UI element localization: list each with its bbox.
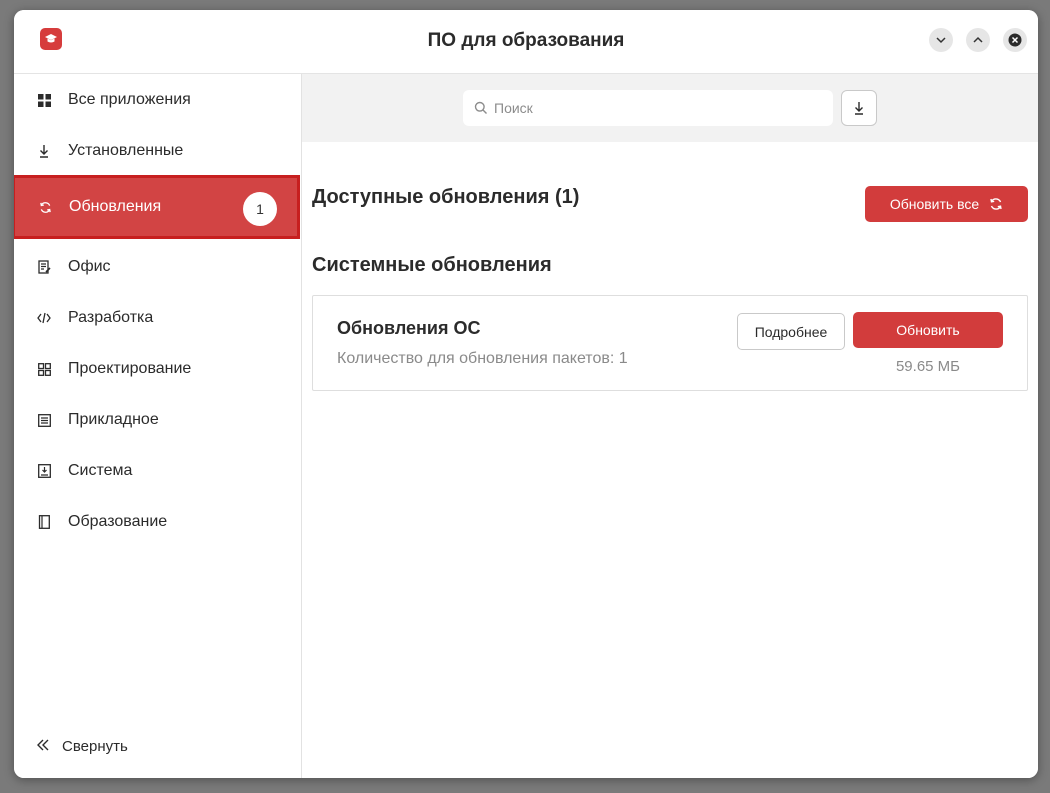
update-all-button[interactable]: Обновить все <box>865 186 1028 222</box>
search-icon <box>474 101 487 114</box>
close-button[interactable] <box>1003 28 1027 52</box>
sidebar-item-applied[interactable]: Прикладное <box>14 396 302 444</box>
os-update-card: Обновления ОС Количество для обновления … <box>312 295 1028 391</box>
app-window: ПО для образования Все приложения Устано… <box>14 10 1038 778</box>
grid-icon <box>36 92 52 108</box>
refresh-icon <box>990 198 1002 210</box>
sidebar-item-design[interactable]: Проектирование <box>14 345 302 393</box>
search-area <box>302 74 1038 142</box>
available-updates-title: Доступные обновления (1) <box>312 186 580 208</box>
sidebar-item-label: Разработка <box>68 309 154 326</box>
system-updates-title: Системные обновления <box>312 254 552 276</box>
close-icon <box>1008 33 1022 47</box>
sidebar-item-installed[interactable]: Установленные <box>14 127 302 175</box>
window-title: ПО для образования <box>427 30 625 51</box>
downloads-button[interactable] <box>841 90 877 126</box>
document-edit-icon <box>36 259 52 275</box>
update-card-title: Обновления ОС <box>337 318 481 338</box>
sidebar-item-label: Установленные <box>68 142 184 159</box>
sidebar-item-label: Прикладное <box>68 411 159 428</box>
download-icon <box>36 143 52 159</box>
chevron-down-icon <box>936 37 946 44</box>
sidebar-item-label: Образование <box>68 513 168 530</box>
book-icon <box>36 514 52 530</box>
code-icon <box>36 310 52 326</box>
list-icon <box>36 412 52 428</box>
sidebar-item-label: Офис <box>68 258 111 275</box>
download-icon <box>855 102 863 115</box>
maximize-button[interactable] <box>966 28 990 52</box>
collapse-label: Свернуть <box>62 738 128 755</box>
search-box[interactable] <box>463 90 833 126</box>
sidebar: Все приложения Установленные Обновления … <box>14 74 302 778</box>
search-input[interactable] <box>494 100 814 116</box>
main-content: Доступные обновления (1) Обновить все Си… <box>302 74 1038 778</box>
double-chevron-left-icon <box>36 738 50 755</box>
updates-count-badge: 1 <box>243 192 277 226</box>
sidebar-item-label: Обновления <box>69 198 162 215</box>
update-card-subtitle: Количество для обновления пакетов: 1 <box>337 350 628 367</box>
update-all-label: Обновить все <box>889 196 980 212</box>
chevron-up-icon <box>973 36 983 43</box>
sidebar-item-label: Система <box>68 462 133 479</box>
refresh-icon <box>37 199 53 215</box>
minimize-button[interactable] <box>929 28 953 52</box>
system-icon <box>36 463 52 479</box>
update-button[interactable]: Обновить <box>853 312 1003 348</box>
collapse-sidebar-button[interactable]: Свернуть <box>36 738 128 755</box>
sidebar-item-updates[interactable]: Обновления 1 <box>14 175 300 239</box>
title-bar: ПО для образования <box>14 10 1038 74</box>
sidebar-item-office[interactable]: Офис <box>14 243 302 291</box>
sidebar-item-label: Все приложения <box>68 91 191 108</box>
sidebar-item-development[interactable]: Разработка <box>14 294 302 342</box>
update-size: 59.65 МБ <box>895 358 961 375</box>
sidebar-item-label: Проектирование <box>68 360 192 377</box>
sidebar-item-system[interactable]: Система <box>14 447 302 495</box>
sidebar-item-all-apps[interactable]: Все приложения <box>14 76 302 124</box>
design-grid-icon <box>36 361 52 377</box>
details-button[interactable]: Подробнее <box>737 313 845 350</box>
sidebar-item-education[interactable]: Образование <box>14 498 302 546</box>
